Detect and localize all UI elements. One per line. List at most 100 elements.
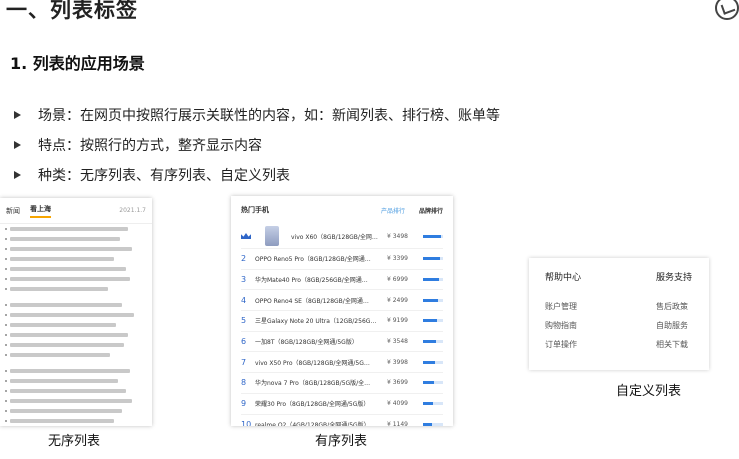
ranking-rows: 2 OPPO Reno5 Pro（8GB/128GB/全网通… ¥ 3399 3 华为M… <box>231 248 453 426</box>
rank-number: 8 <box>241 378 247 388</box>
news-rows <box>0 224 152 426</box>
news-row[interactable] <box>0 310 152 320</box>
help-link[interactable]: 购物指南 <box>545 320 581 339</box>
service-link[interactable]: 相关下载 <box>656 339 692 358</box>
news-tab-active[interactable]: 看上海 <box>30 204 51 218</box>
news-row[interactable] <box>0 244 152 254</box>
rank-item-price: ¥ 2499 <box>387 296 408 304</box>
help-column: 帮助中心 账户管理 购物指南 订单操作 <box>545 270 581 358</box>
caption-custom: 自定义列表 <box>616 384 682 399</box>
rank-number: 4 <box>241 295 247 305</box>
rank-item-name: vivo X50 Pro（8GB/128GB/全网通/5G… <box>255 359 370 367</box>
news-row[interactable] <box>0 330 152 340</box>
section-subtitle: 1. 列表的应用场景 <box>10 54 145 73</box>
bullet-dot-icon <box>5 354 7 356</box>
news-headline-placeholder <box>10 353 110 357</box>
bullet-dot-icon <box>5 268 7 270</box>
news-row[interactable] <box>0 284 152 294</box>
ranking-top-item[interactable]: vivo X60（8GB/128GB/全网… ¥ 3498 <box>231 224 453 248</box>
bullet-item: 场景：在网页中按照行展示关联性的内容，如：新闻列表、排行榜、账单等 <box>14 100 500 130</box>
news-headline-placeholder <box>10 379 118 383</box>
news-headline-placeholder <box>10 409 122 413</box>
rank-item-price: ¥ 3399 <box>387 255 408 263</box>
rank-item[interactable]: 7 vivo X50 Pro（8GB/128GB/全网通/5G… ¥ 3998 <box>231 352 453 372</box>
tab-product-rank[interactable]: 产品排行 <box>381 206 405 215</box>
bullet-text: 种类：无序列表、有序列表、自定义列表 <box>38 168 290 184</box>
arrow-bullet-icon <box>14 171 21 179</box>
bullet-dot-icon <box>5 410 7 412</box>
help-link[interactable]: 订单操作 <box>545 339 581 358</box>
help-link[interactable]: 账户管理 <box>545 301 581 320</box>
rank-number: 3 <box>241 275 247 285</box>
rank-item-price: ¥ 3699 <box>387 379 408 387</box>
news-row[interactable] <box>0 264 152 274</box>
ranking-title: 热门手机 <box>241 206 269 214</box>
news-row[interactable] <box>0 366 152 376</box>
rank-item[interactable]: 3 华为Mate40 Pro（8GB/256GB/全网通… ¥ 6999 <box>231 270 453 290</box>
bullet-item: 种类：无序列表、有序列表、自定义列表 <box>14 160 500 190</box>
bullet-dot-icon <box>5 248 7 250</box>
bullet-dot-icon <box>5 324 7 326</box>
bullet-dot-icon <box>5 238 7 240</box>
news-tab[interactable]: 新闻 <box>6 206 20 216</box>
news-headline-placeholder <box>10 333 128 337</box>
bullet-dot-icon <box>5 380 7 382</box>
news-row[interactable] <box>0 416 152 426</box>
news-headline-placeholder <box>10 247 132 251</box>
news-date: 2021.1.7 <box>119 207 146 214</box>
rank-item[interactable]: 2 OPPO Reno5 Pro（8GB/128GB/全网通… ¥ 3399 <box>231 249 453 269</box>
rank-item-name: OPPO Reno5 Pro（8GB/128GB/全网通… <box>255 256 371 264</box>
news-row[interactable] <box>0 274 152 284</box>
news-row[interactable] <box>0 350 152 360</box>
news-row[interactable] <box>0 234 152 244</box>
rank-item[interactable]: 9 荣耀30 Pro（8GB/128GB/全网通/5G版） ¥ 4099 <box>231 394 453 414</box>
rank-item[interactable]: 8 华为nova 7 Pro（8GB/128GB/5G版/全… ¥ 3699 <box>231 373 453 393</box>
rank-item-price: ¥ 1149 <box>387 420 408 426</box>
rank-popularity-bar <box>423 402 443 406</box>
caption-ordered: 有序列表 <box>315 434 368 449</box>
news-row[interactable] <box>0 320 152 330</box>
rank-popularity-bar <box>423 360 443 364</box>
rank-popularity-bar <box>423 340 443 344</box>
news-row[interactable] <box>0 386 152 396</box>
rank-item[interactable]: 5 三星Galaxy Note 20 Ultra（12GB/256G… ¥ 9199 <box>231 311 453 331</box>
help-column-title: 帮助中心 <box>545 273 582 283</box>
news-headline-placeholder <box>10 313 134 317</box>
bullet-text: 场景：在网页中按照行展示关联性的内容，如：新闻列表、排行榜、账单等 <box>38 108 500 124</box>
rank-item-name: 华为nova 7 Pro（8GB/128GB/5G版/全… <box>255 380 371 388</box>
rank-item[interactable]: 4 OPPO Reno4 SE（8GB/128GB/全网通… ¥ 2499 <box>231 290 453 310</box>
news-row[interactable] <box>0 224 152 234</box>
slide-title: 一、列表标签 <box>6 0 138 22</box>
rank-item-name: 华为Mate40 Pro（8GB/256GB/全网通… <box>255 277 368 285</box>
news-row[interactable] <box>0 376 152 386</box>
service-column: 服务支持 售后政策 自助服务 相关下载 <box>656 270 692 358</box>
caption-unordered: 无序列表 <box>48 434 101 449</box>
news-row[interactable] <box>0 340 152 350</box>
news-row[interactable] <box>0 254 152 264</box>
rank-item[interactable]: 10 realme Q2（4GB/128GB/全网通/5G版） ¥ 1149 <box>231 415 453 426</box>
tab-brand-rank[interactable]: 品牌排行 <box>419 206 443 215</box>
news-headline-placeholder <box>10 399 132 403</box>
rank-number: 9 <box>241 399 247 409</box>
rank-item[interactable]: 6 一加8T（8GB/128GB/全网通/5G版） ¥ 3548 <box>231 332 453 352</box>
bullet-dot-icon <box>5 304 7 306</box>
bullet-list: 场景：在网页中按照行展示关联性的内容，如：新闻列表、排行榜、账单等 特点：按照行… <box>14 100 500 190</box>
service-link[interactable]: 自助服务 <box>656 320 692 339</box>
ranking-list-example: 热门手机 产品排行 品牌排行 vivo X60（8GB/128GB/全网… ¥ … <box>231 196 453 426</box>
news-headline-placeholder <box>10 237 120 241</box>
news-headline-placeholder <box>10 323 116 327</box>
news-row[interactable] <box>0 300 152 310</box>
news-headline-placeholder <box>10 257 114 261</box>
news-row[interactable] <box>0 396 152 406</box>
rank-item-name: vivo X60（8GB/128GB/全网… <box>291 233 378 241</box>
news-row[interactable] <box>0 406 152 416</box>
service-link[interactable]: 售后政策 <box>656 301 692 320</box>
bullet-dot-icon <box>5 314 7 316</box>
rank-item-name: OPPO Reno4 SE（8GB/128GB/全网通… <box>255 297 369 305</box>
rank-popularity-bar <box>423 298 443 302</box>
rank-item-name: 荣耀30 Pro（8GB/128GB/全网通/5G版） <box>255 401 370 409</box>
news-headline-placeholder <box>10 227 128 231</box>
service-column-title: 服务支持 <box>656 273 693 283</box>
rank-number: 6 <box>241 337 247 347</box>
bullet-dot-icon <box>5 334 7 336</box>
